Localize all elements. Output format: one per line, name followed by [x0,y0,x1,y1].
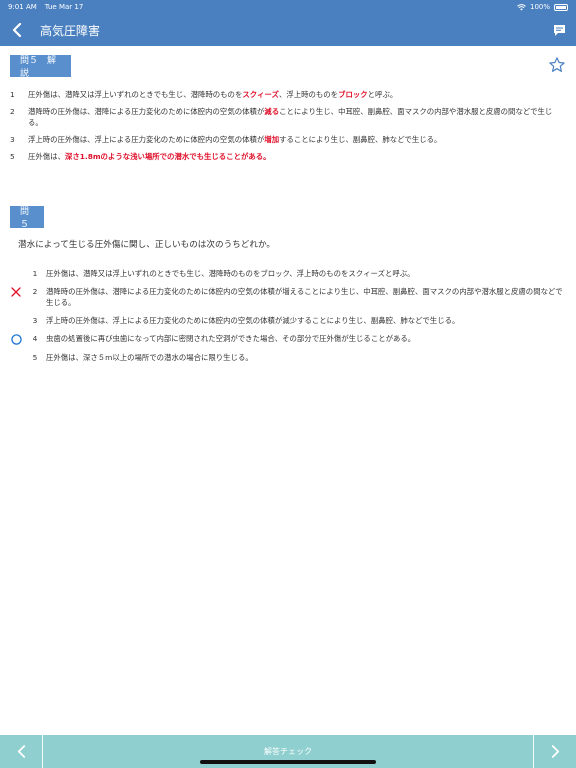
chevron-left-icon [17,745,25,758]
page-title: 高気圧障害 [40,23,101,38]
choice-number: 5 [32,353,38,362]
choice-5[interactable]: 5 圧外傷は、深さ５m以上の場所での潜水の場合に限り生じる。 [8,352,568,363]
explanation-item: 2 潜降時の圧外傷は、潜降による圧力変化のために体腔内の空気の体積が減ることにより… [10,106,566,128]
next-question-button[interactable] [534,735,576,768]
explanation-label: 問５ 解説 [10,55,71,79]
question-label: 問５ [10,206,44,230]
comment-icon [553,24,565,36]
wifi-icon [517,3,526,10]
highlighted-keyword: 減る [264,107,280,116]
explanation-item: 1 圧外傷は、潜降又は浮上いずれのときでも生じ、潜降時のものをスクィーズ、浮上時の… [10,89,566,100]
explanation-fragment: 、浮上時のものを [278,90,339,99]
highlighted-keyword: 増加 [264,135,280,144]
explanation-list: 1 圧外傷は、潜降又は浮上いずれのときでも生じ、潜降時のものをスクィーズ、浮上時の… [10,89,566,168]
correct-mark-icon [8,333,24,345]
divider [42,735,43,768]
choice-text: 虫歯の処置後に再び虫歯になって内部に密閉された空洞ができた場合、その部分で圧外傷… [46,334,416,343]
highlighted-keyword: スクィーズ [242,90,279,99]
highlighted-keyword: ブロック [338,90,368,99]
star-icon [549,57,565,72]
explanation-number: 5 [10,152,15,161]
status-bar: 9:01 AM Tue Mar 17 100% [0,0,576,14]
status-right: 100% [517,3,568,11]
explanation-text: 潜降時の圧外傷は、潜降による圧力変化のために体腔内の空気の体積が減ることにより生… [28,106,566,128]
mark-slot [8,315,24,326]
explanation-text: 浮上時の圧外傷は、浮上による圧力変化のために体腔内の空気の体積が増加することによ… [28,134,566,145]
question-text: 潜水によって生じる圧外傷に関し、正しいものは次のうちどれか。 [18,240,275,250]
explanation-item: 5 圧外傷は、深さ1.8mのような浅い場所での潜水でも生じることがある。 [10,151,566,162]
choice-text: 浮上時の圧外傷は、浮上による圧力変化のために体腔内の空気の体積が減少することによ… [46,316,460,325]
mark-slot [8,268,24,279]
choice-text: 潜降時の圧外傷は、潜降による圧力変化のために体腔内の空気の体積が増えることにより… [46,287,563,307]
status-date: Tue Mar 17 [44,3,84,11]
choice-3[interactable]: 3 浮上時の圧外傷は、浮上による圧力変化のために体腔内の空気の体積が減少することに… [8,315,568,326]
wrong-mark-icon [8,286,24,308]
choice-number: 1 [32,269,38,278]
explanation-fragment: 浮上時の圧外傷は、浮上による圧力変化のために体腔内の空気の体積が [28,135,265,144]
choice-number: 4 [32,334,38,343]
choice-number: 2 [32,287,38,296]
choice-2[interactable]: 2 潜降時の圧外傷は、潜降による圧力変化のために体腔内の空気の体積が増えることによ… [8,286,568,308]
chevron-right-icon [551,745,559,758]
chevron-left-icon [12,23,22,37]
battery-icon [554,3,568,11]
choice-text: 圧外傷は、潜降又は浮上いずれのときでも生じ、潜降時のものをブロック、浮上時のもの… [46,269,415,278]
explanation-fragment: 潜降時の圧外傷は、潜降による圧力変化のために体腔内の空気の体積が [28,107,265,116]
explanation-fragment: することにより生じ、副鼻腔、肺などで生じる。 [279,135,442,144]
explanation-fragment: と呼ぶ。 [367,90,398,99]
status-time: 9:01 AM [8,3,37,11]
choice-1[interactable]: 1 圧外傷は、潜降又は浮上いずれのときでも生じ、潜降時のものをブロック、浮上時のも… [8,268,568,279]
back-button[interactable] [0,14,34,46]
home-indicator [200,760,376,764]
mark-slot [8,352,24,363]
divider [533,735,534,768]
comment-button[interactable] [542,14,576,46]
explanation-item: 3 浮上時の圧外傷は、浮上による圧力変化のために体腔内の空気の体積が増加することに… [10,134,566,145]
explanation-number: 3 [10,135,15,144]
choice-4[interactable]: 4 虫歯の処置後に再び虫歯になって内部に密閉された空洞ができた場合、その部分で圧外… [8,333,568,345]
explanation-number: 2 [10,107,15,116]
explanation-fragment: 圧外傷は、 [28,152,65,161]
explanation-fragment: 圧外傷は、潜降又は浮上いずれのときでも生じ、潜降時のものを [28,90,243,99]
battery-percent: 100% [529,3,550,11]
highlighted-keyword: 深さ1.8mのような浅い場所での潜水でも生じることがある。 [64,152,271,161]
explanation-text: 圧外傷は、潜降又は浮上いずれのときでも生じ、潜降時のものをスクィーズ、浮上時のも… [28,89,566,100]
choice-list: 1 圧外傷は、潜降又は浮上いずれのときでも生じ、潜降時のものをブロック、浮上時のも… [8,268,568,370]
nav-bar: 高気圧障害 [0,14,576,46]
explanation-text: 圧外傷は、深さ1.8mのような浅い場所での潜水でも生じることがある。 [28,151,566,162]
explanation-number: 1 [10,90,15,99]
choice-number: 3 [32,316,38,325]
favorite-button[interactable] [548,56,568,76]
choice-text: 圧外傷は、深さ５m以上の場所での潜水の場合に限り生じる。 [46,353,253,362]
prev-question-button[interactable] [0,735,42,768]
